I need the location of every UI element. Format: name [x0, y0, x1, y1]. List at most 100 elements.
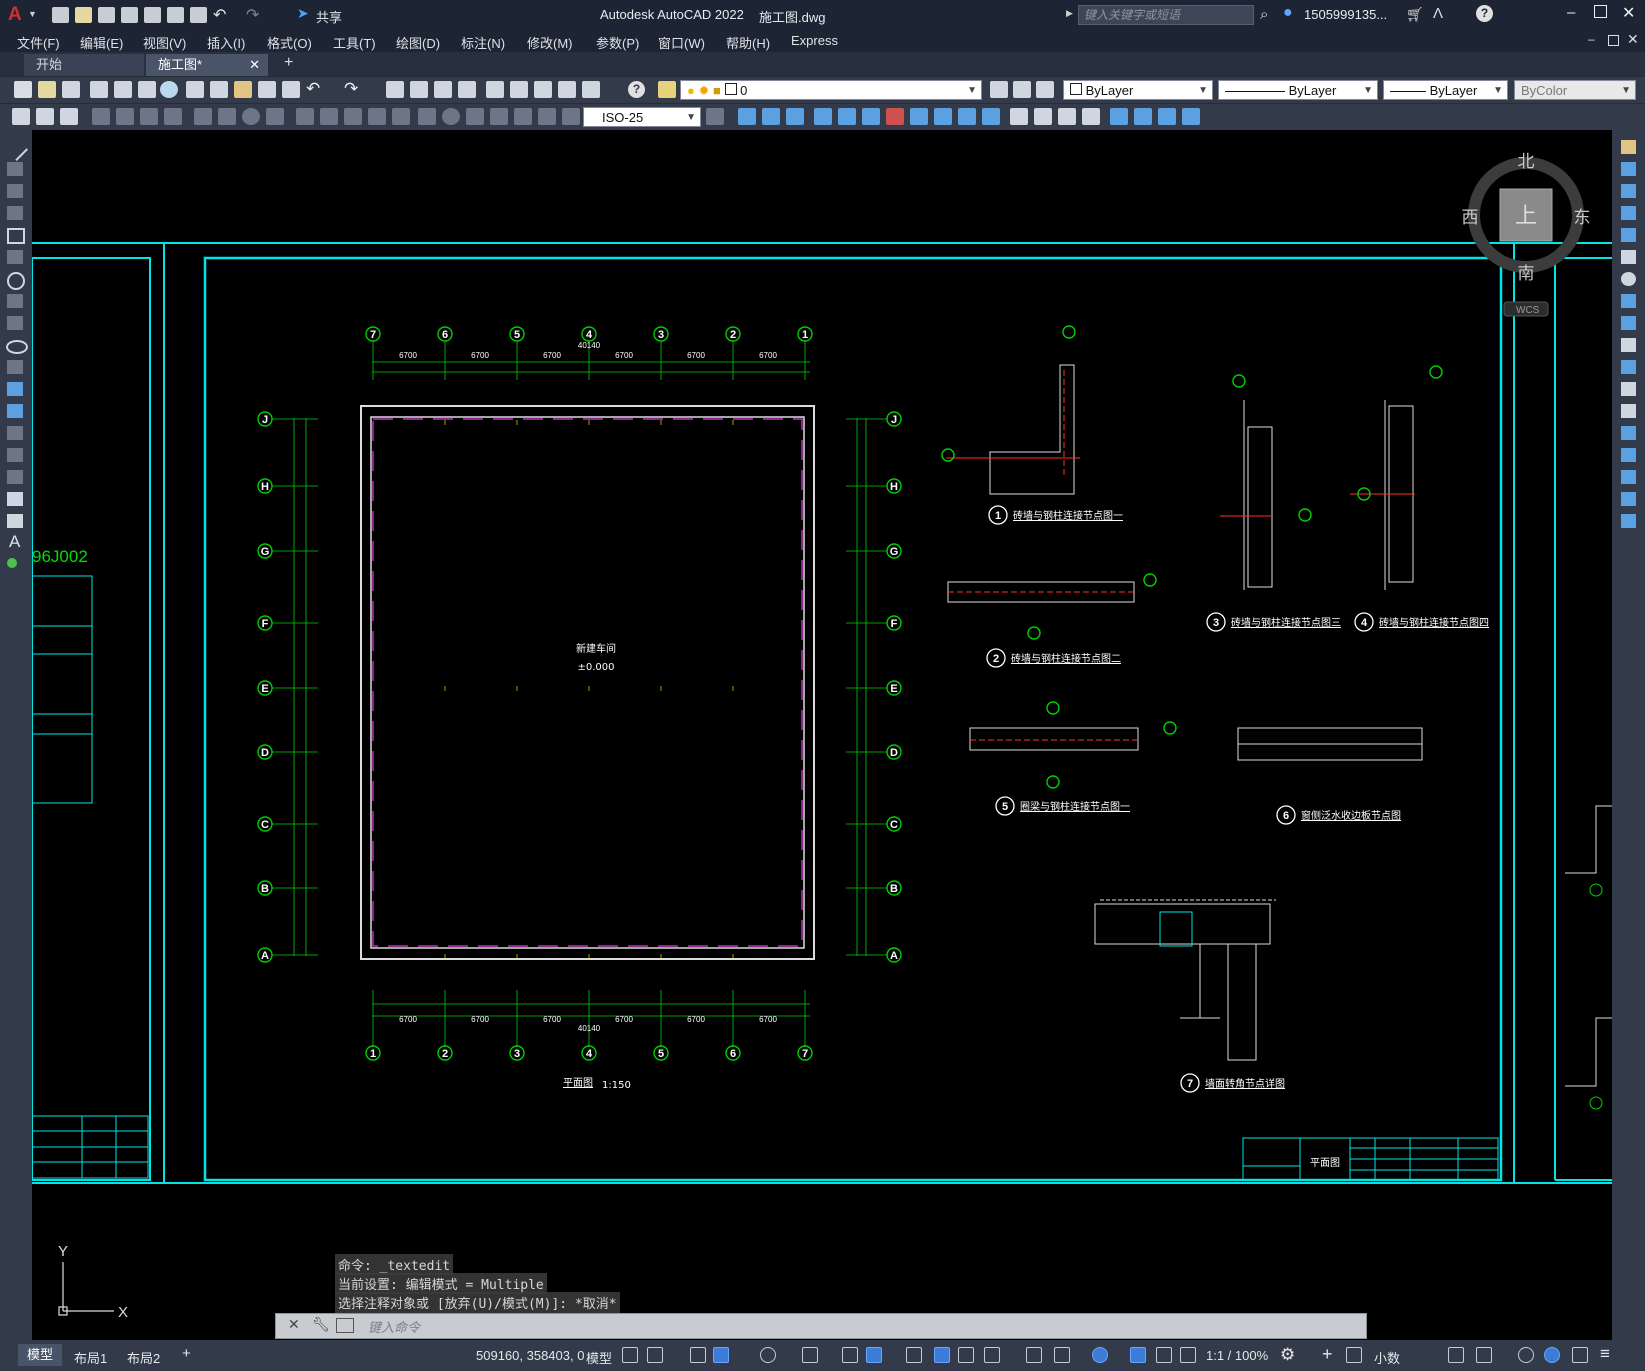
- share-icon[interactable]: ➤: [297, 5, 309, 22]
- publish-icon[interactable]: [138, 81, 156, 98]
- dim-space-icon[interactable]: [368, 108, 386, 125]
- isodraft-icon[interactable]: [802, 1347, 818, 1363]
- dim-break-icon[interactable]: [392, 108, 410, 125]
- graphics-performance-icon[interactable]: [1544, 1347, 1560, 1363]
- add-layout-button[interactable]: +: [182, 1345, 191, 1362]
- circle-icon[interactable]: [7, 272, 25, 290]
- chamfer-icon[interactable]: [1058, 108, 1076, 125]
- rotate-icon[interactable]: [1621, 272, 1636, 286]
- cart-icon[interactable]: 🛒︎: [1406, 6, 1424, 23]
- plot-icon[interactable]: [90, 81, 108, 98]
- menu-format[interactable]: 格式(O): [267, 33, 312, 52]
- hatch-icon[interactable]: [7, 448, 23, 462]
- insert-block-icon[interactable]: [12, 108, 30, 125]
- minimize-icon[interactable]: –: [1567, 4, 1575, 21]
- fillet-icon[interactable]: [1621, 470, 1636, 484]
- layer-previous-icon[interactable]: [1013, 81, 1031, 98]
- join-icon[interactable]: [1621, 426, 1636, 440]
- polygon-icon[interactable]: [7, 206, 23, 220]
- diameter-dim-icon[interactable]: [242, 108, 260, 125]
- new-tab-button[interactable]: +: [284, 54, 293, 72]
- break-icon[interactable]: [1010, 108, 1028, 125]
- undo-icon[interactable]: ↶: [213, 5, 226, 25]
- search-input[interactable]: 键入关键字或短语: [1078, 5, 1254, 25]
- annotation-visibility-icon[interactable]: [1130, 1347, 1146, 1363]
- polar-tracking-icon[interactable]: [760, 1347, 776, 1363]
- dimstyle-dropdown[interactable]: ISO-25 ▼: [583, 107, 701, 127]
- scale-icon[interactable]: [910, 108, 928, 125]
- command-customize-icon[interactable]: 🔧︎: [312, 1316, 330, 1333]
- 3d-print-icon[interactable]: [160, 81, 178, 98]
- dim-update-icon[interactable]: [562, 108, 580, 125]
- lineweight-icon[interactable]: [906, 1347, 922, 1363]
- tab-model[interactable]: 模型: [18, 1344, 62, 1366]
- tab-layout2[interactable]: 布局2: [127, 1348, 160, 1367]
- hardware-acceleration-icon[interactable]: [1346, 1347, 1362, 1363]
- move-icon[interactable]: [862, 108, 880, 125]
- dim-style-icon[interactable]: [706, 108, 724, 125]
- object-snap-tracking-icon[interactable]: [842, 1347, 858, 1363]
- point-icon[interactable]: [7, 426, 23, 440]
- mirror-icon[interactable]: [786, 108, 804, 125]
- trim-icon[interactable]: [1621, 338, 1636, 352]
- make-current-icon[interactable]: [990, 81, 1008, 98]
- app-logo[interactable]: A: [8, 4, 22, 26]
- inspection-icon[interactable]: [466, 108, 484, 125]
- copy-object-icon[interactable]: [762, 108, 780, 125]
- calculator-icon[interactable]: [582, 81, 600, 98]
- transparency-icon[interactable]: [934, 1347, 950, 1363]
- quick-properties-icon[interactable]: [1448, 1347, 1464, 1363]
- rectangle-icon[interactable]: [7, 228, 25, 244]
- blend-icon[interactable]: [1134, 108, 1152, 125]
- menu-file[interactable]: 文件(F): [17, 33, 60, 52]
- share-button[interactable]: 共享: [316, 7, 342, 26]
- units-value[interactable]: 小数: [1374, 1348, 1400, 1367]
- search-expand-icon[interactable]: ▶: [1066, 8, 1073, 19]
- ellipse-arc-icon[interactable]: [7, 360, 23, 374]
- open-icon[interactable]: [38, 81, 56, 98]
- properties-icon[interactable]: [486, 81, 504, 98]
- fillet-icon[interactable]: [1082, 108, 1100, 125]
- recent-commands-icon[interactable]: [336, 1318, 354, 1333]
- construction-line-icon[interactable]: [7, 162, 23, 176]
- snap-icon[interactable]: [647, 1347, 663, 1363]
- lock-ui-icon[interactable]: [1476, 1347, 1492, 1363]
- dynamic-ucs-icon[interactable]: [1026, 1347, 1042, 1363]
- object-snap-icon[interactable]: [866, 1347, 882, 1363]
- center-mark-icon[interactable]: [442, 108, 460, 125]
- pan-icon[interactable]: [386, 81, 404, 98]
- viewcube-west[interactable]: 西: [1462, 208, 1479, 228]
- jogged-dim-icon[interactable]: [218, 108, 236, 125]
- new-file-icon[interactable]: [52, 7, 69, 23]
- save-as-icon[interactable]: [121, 7, 138, 23]
- table-icon[interactable]: [60, 108, 78, 125]
- save-icon[interactable]: [98, 7, 115, 23]
- menu-modify[interactable]: 修改(M): [527, 33, 573, 52]
- doc-restore-icon[interactable]: [1608, 35, 1619, 46]
- zoom-window-icon[interactable]: [434, 81, 452, 98]
- clean-screen-icon[interactable]: [1572, 1347, 1588, 1363]
- copy-icon[interactable]: [210, 81, 228, 98]
- insert-block-icon[interactable]: [7, 382, 23, 396]
- chamfer-icon[interactable]: [1621, 448, 1636, 462]
- array-icon[interactable]: [838, 108, 856, 125]
- tool-palettes-icon[interactable]: [534, 81, 552, 98]
- erase-icon[interactable]: [1621, 140, 1636, 154]
- gear-icon[interactable]: ⚙: [1280, 1345, 1295, 1365]
- add-selected-icon[interactable]: [7, 558, 17, 568]
- trim-icon[interactable]: [958, 108, 976, 125]
- chevron-down-icon[interactable]: ▼: [1198, 81, 1208, 101]
- new-icon[interactable]: [14, 81, 32, 98]
- tab-start[interactable]: 开始: [24, 54, 144, 76]
- command-close-icon[interactable]: ✕: [288, 1316, 300, 1333]
- color-dropdown[interactable]: ByLayer ▼: [1063, 80, 1213, 100]
- open-file-icon[interactable]: [75, 7, 92, 23]
- cut-icon[interactable]: [186, 81, 204, 98]
- dynamic-input-icon[interactable]: [713, 1347, 729, 1363]
- viewcube-south[interactable]: 南: [1518, 264, 1535, 284]
- angular-dim-icon[interactable]: [266, 108, 284, 125]
- move-icon[interactable]: [1621, 250, 1636, 264]
- redo-icon[interactable]: ↷: [246, 5, 259, 25]
- block-editor-icon[interactable]: [282, 81, 300, 98]
- plotstyle-dropdown[interactable]: ByColor ▼: [1514, 80, 1636, 100]
